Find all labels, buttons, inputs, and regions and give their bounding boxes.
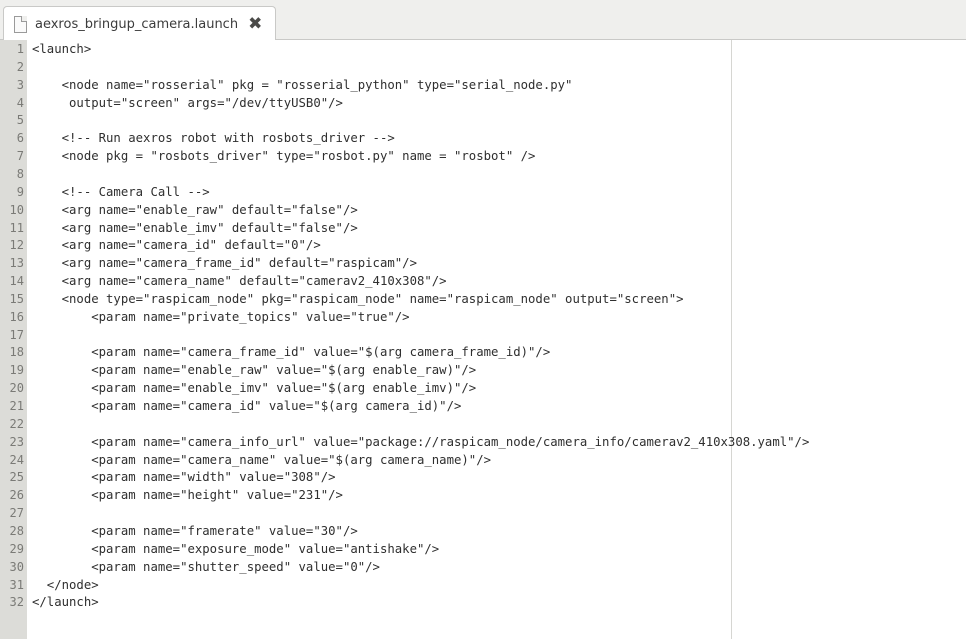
file-icon <box>14 15 27 33</box>
code-line[interactable]: 2 <box>0 59 966 76</box>
code-line[interactable]: 32 </launch> <box>0 594 966 611</box>
line-number: 31 <box>9 577 24 592</box>
line-number: 11 <box>9 220 24 235</box>
code-line[interactable]: 18 <param name="camera_frame_id" value="… <box>0 344 966 361</box>
line-number: 26 <box>9 488 24 503</box>
code-line[interactable]: 6 <!-- Run aexros robot with rosbots_dri… <box>0 130 966 147</box>
code-text[interactable]: <param name="camera_frame_id" value="$(a… <box>32 344 550 361</box>
code-line[interactable]: 15 <node type="raspicam_node" pkg="raspi… <box>0 291 966 308</box>
code-line[interactable]: 30 <param name="shutter_speed" value="0"… <box>0 559 966 576</box>
line-number: 18 <box>9 345 24 360</box>
code-editor[interactable]: 1 <launch> 2 3 <node name="rosserial" pkg =… <box>0 40 966 639</box>
code-text[interactable]: <param name="height" value="231"/> <box>32 487 343 504</box>
code-text[interactable]: </node> <box>32 577 99 594</box>
code-text[interactable]: <node pkg = "rosbots_driver" type="rosbo… <box>32 148 536 165</box>
code-text[interactable]: <param name="enable_raw" value="$(arg en… <box>32 362 476 379</box>
code-line[interactable]: 8 <box>0 166 966 183</box>
line-number: 9 <box>16 184 24 199</box>
line-number: 17 <box>9 327 24 342</box>
code-text[interactable]: <arg name="camera_id" default="0"/> <box>32 237 321 254</box>
line-number: 32 <box>9 595 24 610</box>
line-number: 3 <box>16 77 24 92</box>
code-text[interactable]: </launch> <box>32 594 99 611</box>
line-number: 2 <box>16 59 24 74</box>
code-line[interactable]: 7 <node pkg = "rosbots_driver" type="ros… <box>0 148 966 165</box>
code-text[interactable]: <arg name="enable_imv" default="false"/> <box>32 220 358 237</box>
line-number: 27 <box>9 506 24 521</box>
code-line[interactable]: 14 <arg name="camera_name" default="came… <box>0 273 966 290</box>
code-line[interactable]: 23 <param name="camera_info_url" value="… <box>0 434 966 451</box>
line-number: 22 <box>9 416 24 431</box>
code-text[interactable]: <!-- Camera Call --> <box>32 184 210 201</box>
code-line[interactable]: 11 <arg name="enable_imv" default="false… <box>0 220 966 237</box>
code-text[interactable]: <param name="shutter_speed" value="0"/> <box>32 559 380 576</box>
code-text[interactable]: <param name="enable_imv" value="$(arg en… <box>32 380 476 397</box>
code-text[interactable]: <param name="exposure_mode" value="antis… <box>32 541 439 558</box>
code-line[interactable]: 31 </node> <box>0 577 966 594</box>
code-line[interactable]: 9 <!-- Camera Call --> <box>0 184 966 201</box>
code-line[interactable]: 12 <arg name="camera_id" default="0"/> <box>0 237 966 254</box>
code-text[interactable]: <node name="rosserial" pkg = "rosserial_… <box>32 77 573 94</box>
code-line[interactable]: 29 <param name="exposure_mode" value="an… <box>0 541 966 558</box>
code-text[interactable]: <!-- Run aexros robot with rosbots_drive… <box>32 130 395 147</box>
line-number: 12 <box>9 238 24 253</box>
code-line[interactable]: 24 <param name="camera_name" value="$(ar… <box>0 452 966 469</box>
line-number: 6 <box>16 131 24 146</box>
code-line[interactable]: 19 <param name="enable_raw" value="$(arg… <box>0 362 966 379</box>
code-line[interactable]: 22 <box>0 416 966 433</box>
line-number: 23 <box>9 434 24 449</box>
line-number: 30 <box>9 559 24 574</box>
code-text[interactable]: <param name="camera_info_url" value="pac… <box>32 434 809 451</box>
line-number: 14 <box>9 274 24 289</box>
line-number: 15 <box>9 291 24 306</box>
line-number: 10 <box>9 202 24 217</box>
code-line[interactable]: 3 <node name="rosserial" pkg = "rosseria… <box>0 77 966 94</box>
code-text[interactable]: <param name="camera_id" value="$(arg cam… <box>32 398 461 415</box>
line-number: 16 <box>9 309 24 324</box>
line-number: 19 <box>9 363 24 378</box>
code-text[interactable]: <param name="private_topics" value="true… <box>32 309 409 326</box>
line-number: 1 <box>16 42 24 56</box>
line-number: 21 <box>9 399 24 413</box>
tab-document[interactable]: aexros_bringup_camera.launch ✖ <box>3 6 276 41</box>
line-number: 24 <box>9 452 24 467</box>
code-line[interactable]: 17 <box>0 327 966 344</box>
line-number: 29 <box>9 541 24 556</box>
tab-title: aexros_bringup_camera.launch <box>35 16 239 32</box>
code-line[interactable]: 1 <launch> <box>0 41 966 58</box>
line-number: 7 <box>16 149 24 164</box>
code-text[interactable]: <param name="camera_name" value="$(arg c… <box>32 452 491 469</box>
close-icon[interactable]: ✖ <box>248 15 262 33</box>
code-line[interactable]: 28 <param name="framerate" value="30"/> <box>0 523 966 540</box>
code-line[interactable]: 10 <arg name="enable_raw" default="false… <box>0 202 966 219</box>
code-line[interactable]: 16 <param name="private_topics" value="t… <box>0 309 966 326</box>
line-number: 28 <box>9 523 24 538</box>
line-number: 8 <box>16 166 24 181</box>
code-text[interactable]: <node type="raspicam_node" pkg="raspicam… <box>32 291 684 308</box>
code-text[interactable]: <arg name="enable_raw" default="false"/> <box>32 202 358 219</box>
code-line[interactable]: 27 <box>0 505 966 522</box>
code-line[interactable]: 20 <param name="enable_imv" value="$(arg… <box>0 380 966 397</box>
line-number: 20 <box>9 381 24 396</box>
tab-bar: aexros_bringup_camera.launch ✖ <box>0 0 966 41</box>
line-number: 5 <box>16 113 24 128</box>
line-number: 4 <box>16 95 24 110</box>
code-line[interactable]: 26 <param name="height" value="231"/> <box>0 487 966 504</box>
code-text[interactable]: <param name="framerate" value="30"/> <box>32 523 358 540</box>
code-text[interactable]: output="screen" args="/dev/ttyUSB0"/> <box>32 95 343 112</box>
code-text[interactable]: <arg name="camera_name" default="camerav… <box>32 273 447 290</box>
code-line[interactable]: 21 <param name="camera_id" value="$(arg … <box>0 398 966 415</box>
line-number: 25 <box>9 470 24 485</box>
code-line[interactable]: 25 <param name="width" value="308"/> <box>0 469 966 486</box>
code-text[interactable]: <param name="width" value="308"/> <box>32 469 335 486</box>
line-number: 13 <box>9 256 24 271</box>
code-line[interactable]: 4 output="screen" args="/dev/ttyUSB0"/> <box>0 95 966 112</box>
code-text[interactable]: <launch> <box>32 41 91 58</box>
code-line[interactable]: 5 <box>0 112 966 129</box>
code-text[interactable]: <arg name="camera_frame_id" default="ras… <box>32 255 417 272</box>
code-line[interactable]: 13 <arg name="camera_frame_id" default="… <box>0 255 966 272</box>
